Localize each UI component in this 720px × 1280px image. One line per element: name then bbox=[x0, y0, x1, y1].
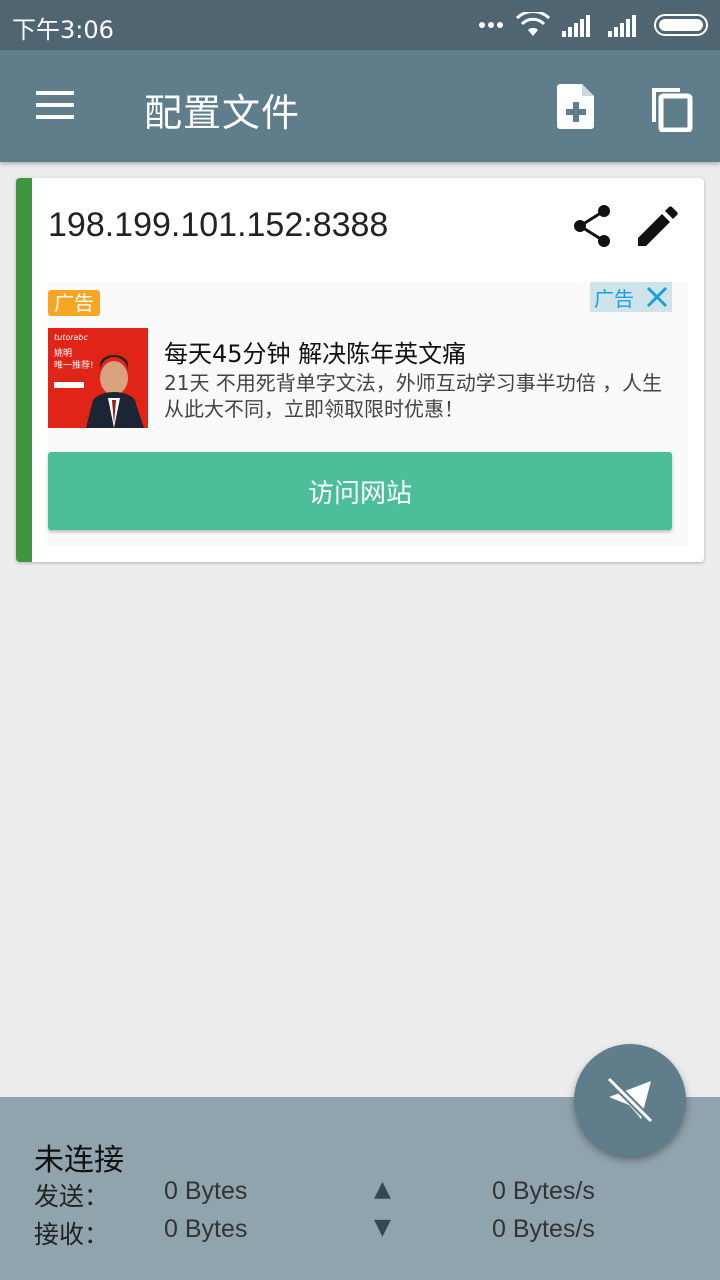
upload-arrow-icon: ▲ bbox=[374, 1177, 391, 1202]
ad-choice[interactable]: 广告 bbox=[590, 282, 672, 312]
selected-indicator bbox=[16, 178, 32, 562]
ad-image-art: tutorabc 姚明 唯一推荐! bbox=[48, 328, 148, 428]
app-bar: 配置文件 bbox=[0, 50, 720, 162]
send-rate: 0 Bytes/s bbox=[492, 1177, 595, 1205]
copy-icon bbox=[652, 88, 693, 133]
ad-title[interactable]: 每天45分钟 解决陈年英文痛 bbox=[164, 334, 466, 369]
ad-image-text-2: 唯一推荐! bbox=[54, 359, 94, 371]
paper-plane-off-icon bbox=[606, 1076, 654, 1124]
ad-image-text-1: 姚明 bbox=[54, 347, 72, 359]
battery-icon bbox=[654, 14, 708, 36]
add-profile-button[interactable] bbox=[556, 82, 596, 130]
download-arrow-icon: ▼ bbox=[374, 1215, 391, 1240]
more-dots-icon bbox=[479, 22, 503, 28]
ad-label: 广告 bbox=[48, 290, 100, 316]
send-label: 发送： bbox=[34, 1182, 110, 1211]
profile-card[interactable]: 198.199.101.152:8388 广告 广告 tutorabc 姚明 唯… bbox=[16, 178, 704, 562]
page-title: 配置文件 bbox=[144, 91, 301, 135]
visit-website-button[interactable]: 访问网站 bbox=[48, 452, 672, 530]
ad-image-brand: tutorabc bbox=[54, 333, 89, 342]
close-icon bbox=[646, 286, 668, 308]
status-time: 下午3:06 bbox=[12, 16, 114, 44]
ad-choice-label: 广告 bbox=[594, 286, 634, 311]
status-bar: 下午3:06 bbox=[0, 0, 720, 50]
send-bytes: 0 Bytes bbox=[164, 1177, 248, 1205]
send-row: 发送： 0 Bytes ▲ 0 Bytes/s bbox=[0, 1177, 720, 1211]
file-add-icon bbox=[557, 84, 594, 129]
profile-name: 198.199.101.152:8388 bbox=[48, 206, 389, 244]
hamburger-icon bbox=[36, 91, 74, 119]
share-icon bbox=[574, 205, 610, 247]
pencil-icon bbox=[638, 206, 678, 246]
signal-icon bbox=[562, 15, 590, 37]
status-icons bbox=[478, 10, 710, 40]
signal-icon-2 bbox=[608, 15, 636, 37]
edit-button[interactable] bbox=[636, 206, 678, 248]
connect-button[interactable] bbox=[574, 1044, 686, 1156]
ad-banner[interactable]: 广告 广告 tutorabc 姚明 唯一推荐! 每天45分钟 解决陈年英文痛 2… bbox=[48, 282, 688, 546]
receive-rate: 0 Bytes/s bbox=[492, 1215, 595, 1243]
ad-close-button[interactable] bbox=[642, 282, 672, 312]
menu-button[interactable] bbox=[36, 88, 76, 122]
ad-description: 21天 不用死背单字文法，外师互动学习事半功倍 ，人生从此大不同，立即领取限时优… bbox=[164, 371, 663, 421]
connection-status: 未连接 bbox=[34, 1143, 124, 1178]
wifi-icon bbox=[516, 12, 550, 36]
share-button[interactable] bbox=[572, 204, 612, 248]
copy-button[interactable] bbox=[648, 82, 694, 133]
receive-row: 接收： 0 Bytes ▼ 0 Bytes/s bbox=[0, 1215, 720, 1249]
ad-image[interactable]: tutorabc 姚明 唯一推荐! bbox=[48, 328, 148, 428]
receive-label: 接收： bbox=[34, 1220, 110, 1249]
receive-bytes: 0 Bytes bbox=[164, 1215, 248, 1243]
